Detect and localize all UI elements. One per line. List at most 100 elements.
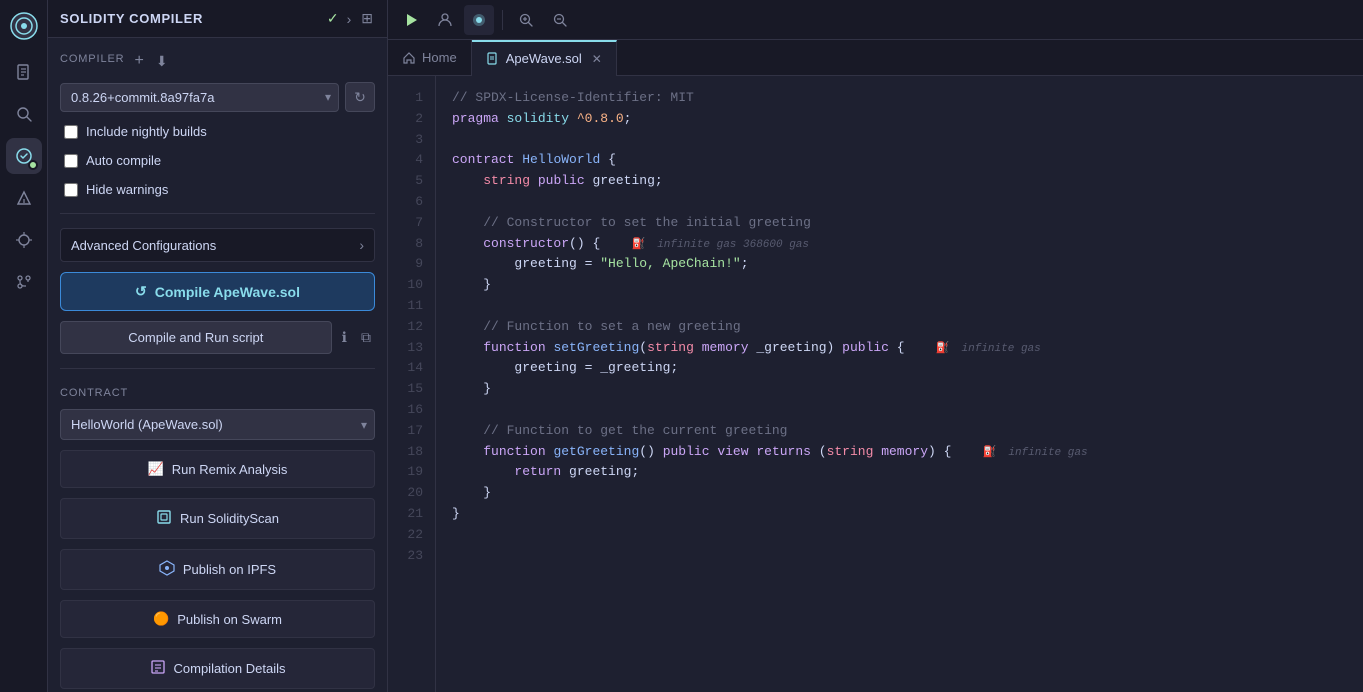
hide-warnings-checkbox[interactable] (64, 183, 78, 197)
run-remix-icon: 📈 (148, 461, 164, 477)
compiler-label: COMPILER (60, 53, 125, 65)
contract-select[interactable]: HelloWorld (ApeWave.sol) (60, 409, 375, 440)
compile-run-row: Compile and Run script ℹ ⧉ (60, 321, 375, 354)
compile-run-label: Compile and Run script (128, 330, 263, 345)
check-icon: ✓ (327, 10, 339, 27)
line-num-8: 8 (388, 234, 435, 255)
ipfs-label: Publish on IPFS (183, 562, 276, 577)
divider-1 (60, 213, 375, 214)
header-icons: ✓ › ⊞ (327, 8, 375, 29)
download-compiler-icon[interactable]: ⬇ (154, 51, 170, 72)
sidebar-title: SOLIDITY COMPILER (60, 11, 319, 26)
line-num-17: 17 (388, 421, 435, 442)
include-nightly-checkbox[interactable] (64, 125, 78, 139)
zoom-in-btn[interactable] (511, 5, 541, 35)
zoom-out-btn[interactable] (545, 5, 575, 35)
line-num-20: 20 (388, 483, 435, 504)
auto-compile-row: Auto compile (60, 151, 375, 170)
hide-warnings-row: Hide warnings (60, 180, 375, 199)
compile-run-info-btn[interactable]: ℹ (338, 325, 351, 350)
logo-icon (6, 8, 42, 44)
sidebar-panel: SOLIDITY COMPILER ✓ › ⊞ COMPILER + ⬇ 0.8… (48, 0, 388, 692)
line-num-12: 12 (388, 317, 435, 338)
tab-close-btn[interactable]: ✕ (592, 52, 602, 66)
compile-btn-label: Compile ApeWave.sol (155, 284, 300, 300)
ipfs-icon (159, 560, 175, 579)
compile-button[interactable]: ↺ Compile ApeWave.sol (60, 272, 375, 311)
compiler-badge (28, 160, 38, 170)
line-num-11: 11 (388, 296, 435, 317)
publish-swarm-btn[interactable]: 🟠 Publish on Swarm (60, 600, 375, 638)
hide-warnings-label[interactable]: Hide warnings (86, 182, 168, 197)
divider-2 (60, 368, 375, 369)
include-nightly-label[interactable]: Include nightly builds (86, 124, 207, 139)
layout-icon[interactable]: ⊞ (359, 8, 375, 29)
line-num-9: 9 (388, 254, 435, 275)
compilation-details-icon (150, 659, 166, 678)
sidebar-item-compiler[interactable] (6, 138, 42, 174)
compilation-details-btn[interactable]: Compilation Details (60, 648, 375, 689)
line-numbers: 1 2 3 4 5 6 7 8 9 10 11 12 13 14 15 16 1… (388, 76, 436, 692)
compile-run-copy-btn[interactable]: ⧉ (357, 325, 375, 350)
code-editor[interactable]: // SPDX-License-Identifier: MIT pragma s… (436, 76, 1363, 692)
line-num-16: 16 (388, 400, 435, 421)
sidebar-item-search[interactable] (6, 96, 42, 132)
main-area: Home ApeWave.sol ✕ 1 2 3 4 5 6 7 8 9 10 … (388, 0, 1363, 692)
tab-apewavesol[interactable]: ApeWave.sol ✕ (472, 40, 617, 76)
contract-select-wrapper: HelloWorld (ApeWave.sol) ▾ (60, 409, 375, 440)
line-num-3: 3 (388, 130, 435, 151)
solidityscan-icon (156, 509, 172, 528)
sidebar-item-debug[interactable] (6, 222, 42, 258)
compiler-section-header: COMPILER + ⬇ (60, 50, 375, 72)
sidebar-item-files[interactable] (6, 54, 42, 90)
toolbar-separator (502, 10, 503, 30)
line-num-22: 22 (388, 525, 435, 546)
line-num-14: 14 (388, 358, 435, 379)
line-num-4: 4 (388, 150, 435, 171)
advanced-config-row[interactable]: Advanced Configurations › (60, 228, 375, 262)
tab-home-label: Home (422, 50, 457, 65)
advanced-config-label: Advanced Configurations (71, 238, 216, 253)
publish-ipfs-btn[interactable]: Publish on IPFS (60, 549, 375, 590)
compiler-version-wrapper: 0.8.26+commit.8a97fa7a ▾ (60, 83, 339, 112)
run-remix-analysis-btn[interactable]: 📈 Run Remix Analysis (60, 450, 375, 488)
active-mode-btn[interactable] (464, 5, 494, 35)
line-num-15: 15 (388, 379, 435, 400)
run-remix-label: Run Remix Analysis (172, 462, 288, 477)
editor-area: 1 2 3 4 5 6 7 8 9 10 11 12 13 14 15 16 1… (388, 76, 1363, 692)
tab-home[interactable]: Home (388, 40, 472, 76)
compilation-details-label: Compilation Details (174, 661, 286, 676)
sidebar-item-git[interactable] (6, 264, 42, 300)
run-solidityscan-btn[interactable]: Run SolidityScan (60, 498, 375, 539)
forward-icon[interactable]: › (345, 9, 354, 29)
line-num-19: 19 (388, 462, 435, 483)
top-toolbar (388, 0, 1363, 40)
swarm-icon: 🟠 (153, 611, 169, 627)
line-num-10: 10 (388, 275, 435, 296)
solidityscan-label: Run SolidityScan (180, 511, 279, 526)
line-num-23: 23 (388, 546, 435, 567)
user-icon-btn[interactable] (430, 5, 460, 35)
compile-spin-icon: ↺ (135, 283, 147, 300)
compiler-refresh-btn[interactable]: ↻ (345, 82, 375, 112)
include-nightly-row: Include nightly builds (60, 122, 375, 141)
auto-compile-checkbox[interactable] (64, 154, 78, 168)
compiler-version-select[interactable]: 0.8.26+commit.8a97fa7a (60, 83, 339, 112)
icon-bar (0, 0, 48, 692)
line-num-1: 1 (388, 88, 435, 109)
tab-bar: Home ApeWave.sol ✕ (388, 40, 1363, 76)
sidebar-header: SOLIDITY COMPILER ✓ › ⊞ (48, 0, 387, 38)
add-compiler-icon[interactable]: + (133, 50, 146, 72)
tab-apewavesol-label: ApeWave.sol (506, 51, 582, 66)
compiler-version-row: 0.8.26+commit.8a97fa7a ▾ ↻ (60, 82, 375, 112)
line-num-7: 7 (388, 213, 435, 234)
sidebar-item-deploy[interactable] (6, 180, 42, 216)
sidebar-content: COMPILER + ⬇ 0.8.26+commit.8a97fa7a ▾ ↻ … (48, 38, 387, 692)
swarm-label: Publish on Swarm (177, 612, 282, 627)
run-btn[interactable] (396, 5, 426, 35)
compile-run-button[interactable]: Compile and Run script (60, 321, 332, 354)
contract-section-label: CONTRACT (60, 387, 375, 399)
line-num-13: 13 (388, 338, 435, 359)
auto-compile-label[interactable]: Auto compile (86, 153, 161, 168)
chevron-right-icon: › (359, 237, 364, 253)
